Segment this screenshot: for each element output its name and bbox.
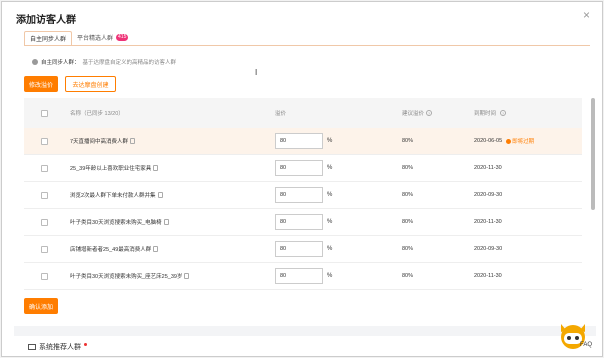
percent-unit: % — [327, 165, 333, 171]
header-suggested: 建议溢价 — [402, 111, 425, 117]
suggested-price: 80% — [402, 219, 414, 225]
expiry-date: 2020-06-05 — [474, 138, 503, 144]
audience-name: 浏览2次最人群下单未付款人群并集 — [70, 193, 156, 199]
row-checkbox[interactable] — [40, 218, 48, 226]
doc-icon[interactable] — [153, 165, 159, 171]
header-price: 溢价 — [275, 111, 287, 117]
doc-icon[interactable] — [153, 246, 159, 252]
tab-bar: 自主同步人群 平台精选人群 415 — [24, 30, 133, 46]
row-checkbox[interactable] — [40, 164, 48, 172]
row-checkbox[interactable] — [40, 191, 48, 199]
row-checkbox[interactable] — [40, 272, 48, 280]
header-name: 名称（已同步 13/20） — [70, 111, 124, 117]
row-checkbox[interactable] — [40, 245, 48, 253]
info-icon — [32, 59, 38, 65]
tab-platform-selected[interactable]: 平台精选人群 415 — [72, 32, 133, 46]
select-all-checkbox[interactable] — [40, 109, 48, 117]
expiry-date: 2020-09-30 — [474, 246, 503, 252]
doc-icon[interactable] — [163, 219, 169, 225]
percent-unit: % — [327, 192, 333, 198]
price-input[interactable]: 80 — [275, 160, 323, 176]
suggested-price: 80% — [402, 192, 414, 198]
table-row: 25_39年龄以上喜欢职业住宅家具 80% 80% 2020-11-30 — [24, 155, 582, 182]
audience-name: 25_39年龄以上喜欢职业住宅家具 — [70, 166, 152, 172]
hint-description: 基于达摩盘自定义的高精品的访客人群 — [82, 60, 177, 66]
suggested-price: 80% — [402, 138, 414, 144]
system-recommend-section[interactable]: 系统推荐人群 — [28, 342, 87, 352]
expiring-label: 即将过期 — [512, 139, 535, 145]
question-icon[interactable]: ? — [500, 110, 507, 116]
percent-unit: % — [327, 273, 333, 279]
audience-name: 7天直播间中高消费人群 — [70, 139, 129, 145]
close-icon[interactable]: × — [583, 9, 590, 21]
table-row: 叶子类目30天浏览搜索未购买_座艺床25_39岁 80% 80% 2020-11-30 — [24, 263, 582, 290]
count-badge: 415 — [116, 33, 129, 41]
table-row: 店铺增新者者25_49最高消费人群 80% 80% 2020-09-30 — [24, 236, 582, 263]
percent-unit: % — [327, 219, 333, 225]
expiring-tag: 即将过期 — [506, 137, 534, 145]
expiry-date: 2020-11-30 — [474, 219, 502, 225]
row-checkbox[interactable] — [40, 137, 48, 145]
mouse-cursor-icon: I — [255, 68, 258, 77]
doc-icon[interactable] — [130, 138, 136, 144]
audience-name: 叶子类目30天浏览搜索未购买_电脑椅 — [70, 220, 162, 226]
expiry-date: 2020-09-30 — [474, 192, 503, 198]
percent-unit: % — [327, 138, 333, 144]
suggested-price: 80% — [402, 273, 414, 279]
table-header: 名称（已同步 13/20） 溢价 建议溢价? 到期时间? — [24, 98, 582, 128]
section-divider — [14, 326, 596, 336]
faq-link[interactable]: FAQ — [580, 342, 592, 348]
expiry-date: 2020-11-30 — [474, 273, 502, 279]
audience-name: 店铺增新者者25_49最高消费人群 — [70, 247, 152, 253]
table-row: 7天直播间中高消费人群 80% 80% 2020-06-05 即将过期 — [24, 128, 582, 155]
warning-icon — [506, 138, 512, 144]
new-dot — [84, 343, 87, 346]
create-in-dmp-button[interactable]: 去达摩盘创建 — [65, 76, 116, 92]
audience-table: 名称（已同步 13/20） 溢价 建议溢价? 到期时间? 7天直播间中高消费人群… — [24, 98, 582, 290]
header-expiry: 到期时间 — [474, 111, 497, 117]
table-row: 叶子类目30天浏览搜索未购买_电脑椅 80% 80% 2020-11-30 — [24, 209, 582, 236]
percent-unit: % — [327, 246, 333, 252]
table-row: 浏览2次最人群下单未付款人群并集 80% 80% 2020-09-30 — [24, 182, 582, 209]
price-input[interactable]: 80 — [275, 214, 323, 230]
suggested-price: 80% — [402, 165, 414, 171]
expiry-date: 2020-11-30 — [474, 165, 502, 171]
tab-label: 平台精选人群 — [77, 35, 114, 42]
price-input[interactable]: 80 — [275, 241, 323, 257]
question-icon[interactable]: ? — [426, 110, 433, 116]
suggested-price: 80% — [402, 246, 414, 252]
tab-label: 自主同步人群 — [30, 36, 67, 43]
tab-self-sync[interactable]: 自主同步人群 — [24, 31, 73, 46]
price-input[interactable]: 80 — [275, 187, 323, 203]
edit-price-button[interactable]: 修改溢价 — [24, 76, 58, 92]
price-input[interactable]: 80 — [275, 268, 323, 284]
price-input[interactable]: 80 — [275, 133, 323, 149]
doc-icon[interactable] — [157, 192, 163, 198]
tab-divider — [24, 45, 590, 46]
mascot-icon[interactable] — [558, 318, 588, 354]
confirm-add-button[interactable]: 确认添加 — [24, 298, 58, 314]
doc-icon[interactable] — [184, 273, 190, 279]
scrollbar[interactable] — [591, 98, 595, 210]
audience-name: 叶子类目30天浏览搜索未购买_座艺床25_39岁 — [70, 274, 183, 280]
add-visitor-audience-modal: 添加访客人群 × 自主同步人群 平台精选人群 415 自主同步人群： 基于达摩盘… — [1, 1, 603, 357]
recommend-title: 系统推荐人群 — [39, 344, 81, 351]
hint-label: 自主同步人群： — [41, 60, 80, 66]
monitor-icon — [28, 344, 36, 350]
modal-title: 添加访客人群 — [16, 15, 76, 26]
hint-text: 自主同步人群： 基于达摩盘自定义的高精品的访客人群 — [32, 58, 176, 66]
